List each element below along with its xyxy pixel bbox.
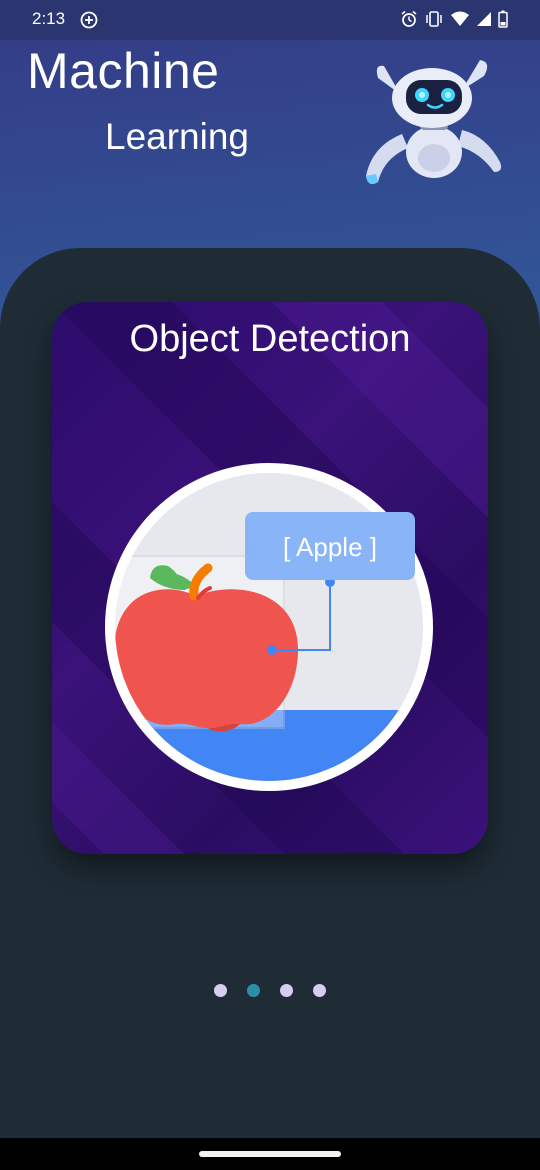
alarm-icon — [401, 10, 417, 27]
title-machine: Machine — [27, 43, 220, 99]
navigation-bar — [0, 1138, 540, 1170]
vibrate-icon — [426, 11, 442, 27]
status-time: 2:13 — [32, 9, 66, 28]
page-dot-4[interactable] — [313, 984, 326, 997]
home-indicator[interactable] — [199, 1151, 341, 1157]
feature-card-object-detection[interactable]: Object Detection [Apple] — [52, 302, 488, 854]
add-circle-icon — [80, 11, 98, 29]
page-indicator — [0, 984, 540, 997]
battery-icon — [498, 10, 508, 28]
status-bar: 2:13 — [0, 0, 540, 40]
card-title: Object Detection — [129, 318, 411, 360]
page-dot-2[interactable] — [247, 984, 260, 997]
page-dot-1[interactable] — [214, 984, 227, 997]
page-dot-3[interactable] — [280, 984, 293, 997]
robot-mascot-icon — [366, 60, 502, 184]
detection-label: [ Apple ] — [283, 532, 377, 562]
signal-icon — [477, 12, 491, 26]
title-learning: Learning — [105, 116, 250, 157]
wifi-icon — [451, 11, 469, 26]
object-detection-illustration: [ Apple ] — [105, 463, 433, 791]
status-icons — [400, 10, 508, 28]
screen: 2:13 Machine Learning Object Detection [… — [0, 0, 540, 1170]
